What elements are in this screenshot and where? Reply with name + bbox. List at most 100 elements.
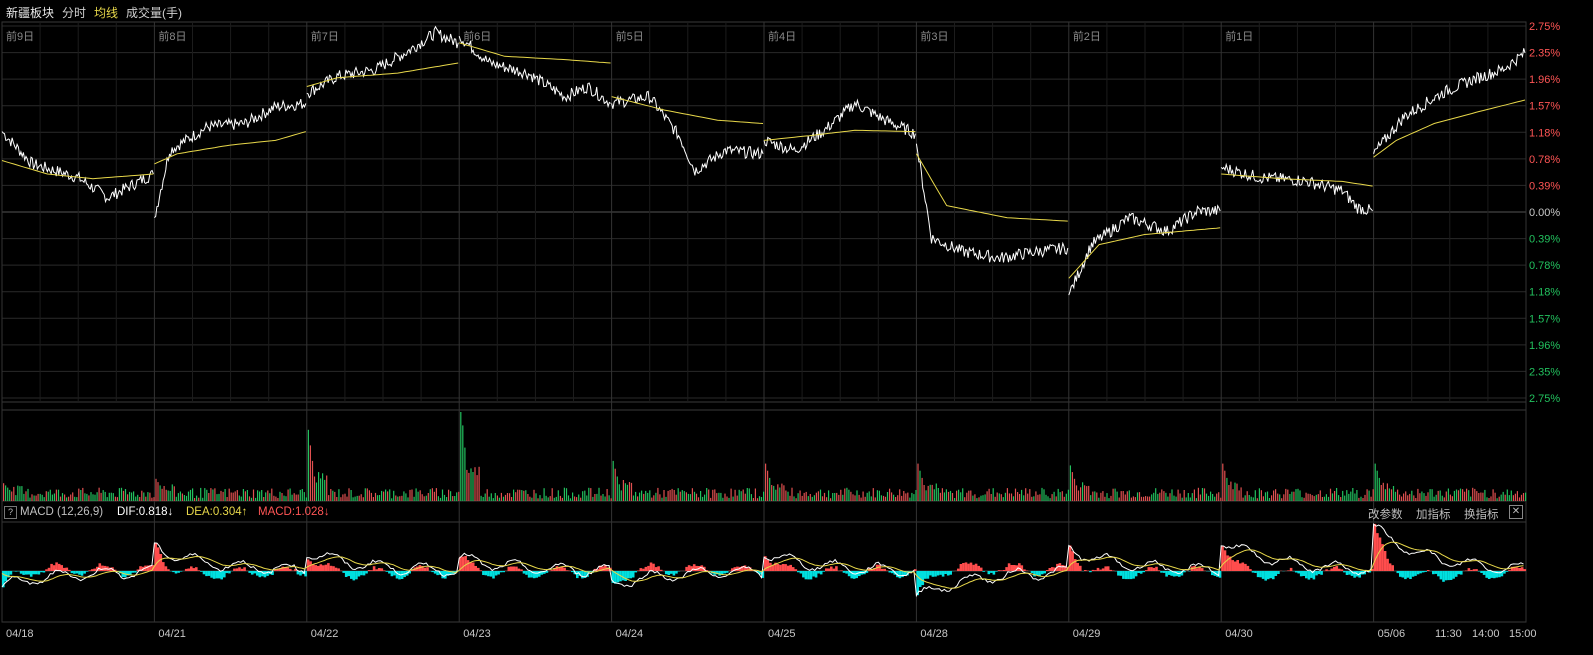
macd-histogram-bar: [1388, 563, 1392, 571]
volume-bar: [1443, 497, 1445, 501]
macd-histogram-bar: [131, 571, 135, 573]
volume-bar: [226, 497, 228, 501]
volume-bar: [590, 488, 592, 501]
macd-histogram-bar: [1139, 571, 1143, 574]
volume-bar: [821, 496, 824, 501]
volume-bar: [519, 489, 521, 501]
volume-bar: [378, 495, 381, 501]
volume-bar: [1218, 492, 1220, 501]
macd-histogram-bar: [1101, 568, 1105, 571]
volume-bar: [320, 478, 322, 501]
volume-bar: [1266, 491, 1269, 501]
change-params-button[interactable]: 改参数: [1368, 506, 1403, 522]
volume-bar: [159, 485, 161, 501]
macd-histogram-bar: [576, 571, 579, 579]
volume-bar: [1147, 496, 1149, 501]
close-icon[interactable]: ✕: [1509, 505, 1523, 519]
macd-histogram-bar: [779, 564, 782, 571]
volume-bar: [1392, 486, 1395, 501]
volume-bar: [628, 482, 631, 501]
volume-bar: [1021, 489, 1023, 501]
volume-bar: [1145, 496, 1147, 501]
macd-histogram-bar: [1520, 567, 1524, 571]
volume-bar: [1336, 488, 1338, 501]
switch-indicator-button[interactable]: 换指标: [1464, 506, 1499, 522]
volume-bar: [1323, 496, 1325, 501]
volume-bar: [1277, 493, 1279, 501]
macd-histogram-bar: [1122, 571, 1125, 579]
macd-histogram-bar: [1424, 571, 1427, 572]
volume-bar: [202, 497, 204, 501]
volume-bar: [673, 490, 675, 501]
add-indicator-button[interactable]: 加指标: [1416, 506, 1451, 522]
macd-histogram-bar: [1452, 571, 1455, 579]
macd-histogram-bar: [329, 565, 333, 571]
volume-bar: [964, 497, 966, 501]
macd-histogram-bar: [791, 567, 795, 571]
macd-histogram-bar: [1327, 570, 1331, 571]
macd-histogram-bar: [289, 568, 292, 571]
volume-bar: [252, 489, 255, 501]
volume-bar: [949, 490, 952, 501]
macd-histogram-bar: [883, 568, 886, 571]
help-icon[interactable]: ?: [4, 506, 17, 519]
macd-histogram-bar: [565, 570, 569, 571]
volume-bar: [1027, 493, 1029, 501]
macd-histogram-bar: [357, 571, 361, 577]
macd-histogram-bar: [977, 565, 980, 571]
volume-bar: [157, 482, 159, 501]
volume-bar: [443, 494, 446, 501]
macd-histogram-bar: [934, 571, 937, 577]
volume-bar: [1214, 496, 1216, 501]
macd-histogram-bar: [522, 571, 526, 574]
macd-histogram-bar: [129, 571, 132, 575]
macd-histogram-bar: [667, 571, 671, 575]
volume-bar: [263, 497, 265, 501]
macd-histogram-bar: [1221, 546, 1224, 571]
macd-histogram-bar: [670, 571, 673, 574]
macd-histogram-bar: [797, 571, 800, 573]
macd-histogram-bar: [184, 568, 188, 571]
volume-bar: [273, 495, 275, 501]
volume-bar: [1157, 493, 1159, 501]
intraday-chart[interactable]: 2.75% 2.35% 1.96% 1.57% 1.18% 0.78% 0.39% 0.00%…: [0, 0, 1593, 655]
volume-bar: [470, 468, 472, 501]
macd-histogram-bar: [1442, 571, 1445, 582]
volume-bar: [1348, 493, 1350, 501]
volume-bar: [740, 491, 742, 501]
macd-histogram-bar: [982, 571, 985, 572]
volume-bar: [850, 491, 852, 501]
macd-histogram-bar: [1261, 571, 1265, 579]
volume-bar: [716, 493, 718, 501]
macd-histogram-bar: [1419, 571, 1422, 574]
macd-histogram-bar: [344, 571, 348, 577]
volume-bar: [494, 493, 496, 501]
macd-histogram-bar: [858, 571, 861, 577]
volume-bar: [832, 493, 834, 501]
macd-histogram-bar: [263, 571, 267, 578]
macd-histogram-bar: [766, 559, 770, 571]
macd-macd-value: MACD:1.028↓: [258, 506, 330, 518]
macd-histogram-bar: [992, 571, 996, 575]
volume-bar: [210, 488, 212, 501]
macd-histogram-bar: [1096, 567, 1100, 571]
volume-bar: [1525, 492, 1527, 501]
macd-histogram-bar: [723, 571, 726, 574]
volume-bar: [980, 495, 982, 501]
volume-bar: [1181, 497, 1183, 501]
volume-bar: [665, 496, 667, 501]
volume-bar: [179, 491, 181, 501]
volume-bar: [1457, 490, 1460, 501]
macd-histogram-bar: [845, 571, 848, 574]
volume-bar: [1118, 497, 1120, 501]
y-tick-label: 2.35%: [1529, 366, 1560, 378]
volume-bar: [53, 493, 55, 501]
macd-histogram-bar: [1147, 567, 1151, 571]
volume-bar: [576, 497, 578, 501]
volume-bar: [108, 492, 110, 501]
volume-bar: [809, 494, 811, 501]
macd-histogram-bar: [1183, 571, 1186, 573]
volume-bar: [1071, 472, 1073, 501]
macd-histogram-bar: [642, 568, 645, 571]
volume-bar: [198, 497, 200, 501]
